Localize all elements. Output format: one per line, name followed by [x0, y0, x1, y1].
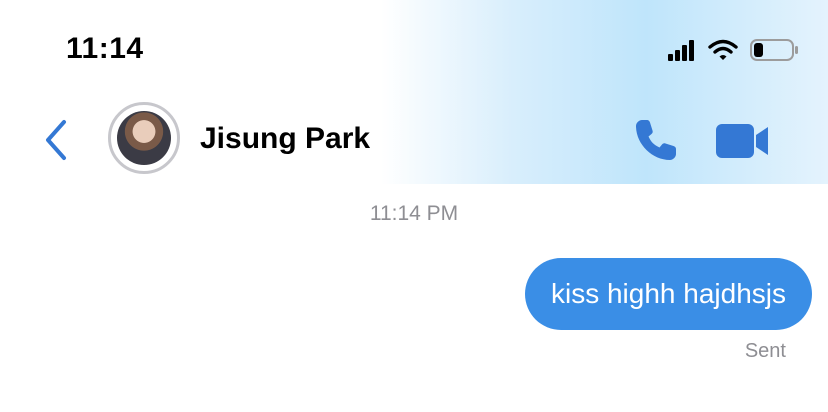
status-icons	[668, 36, 798, 64]
chat-header: Jisung Park	[0, 100, 828, 184]
chevron-left-icon	[46, 120, 66, 160]
contact-name[interactable]: Jisung Park	[200, 122, 370, 156]
message-timestamp: 11:14 PM	[369, 202, 459, 225]
delivery-status: Sent	[744, 340, 786, 362]
status-bar: 11:14	[0, 0, 828, 100]
avatar-photo	[117, 111, 171, 165]
video-call-button[interactable]	[714, 122, 770, 160]
contact-avatar[interactable]	[108, 102, 180, 174]
video-camera-icon	[716, 124, 768, 158]
wifi-icon	[708, 39, 738, 60]
back-button[interactable]	[42, 118, 72, 162]
call-button[interactable]	[632, 116, 680, 164]
phone-icon	[636, 120, 676, 160]
cellular-signal-icon	[668, 39, 696, 61]
message-text: kiss highh hajdhsjs	[550, 278, 786, 309]
status-time: 11:14	[66, 32, 144, 65]
battery-icon	[750, 39, 798, 61]
outgoing-message-bubble[interactable]: kiss highh hajdhsjs	[524, 258, 812, 330]
